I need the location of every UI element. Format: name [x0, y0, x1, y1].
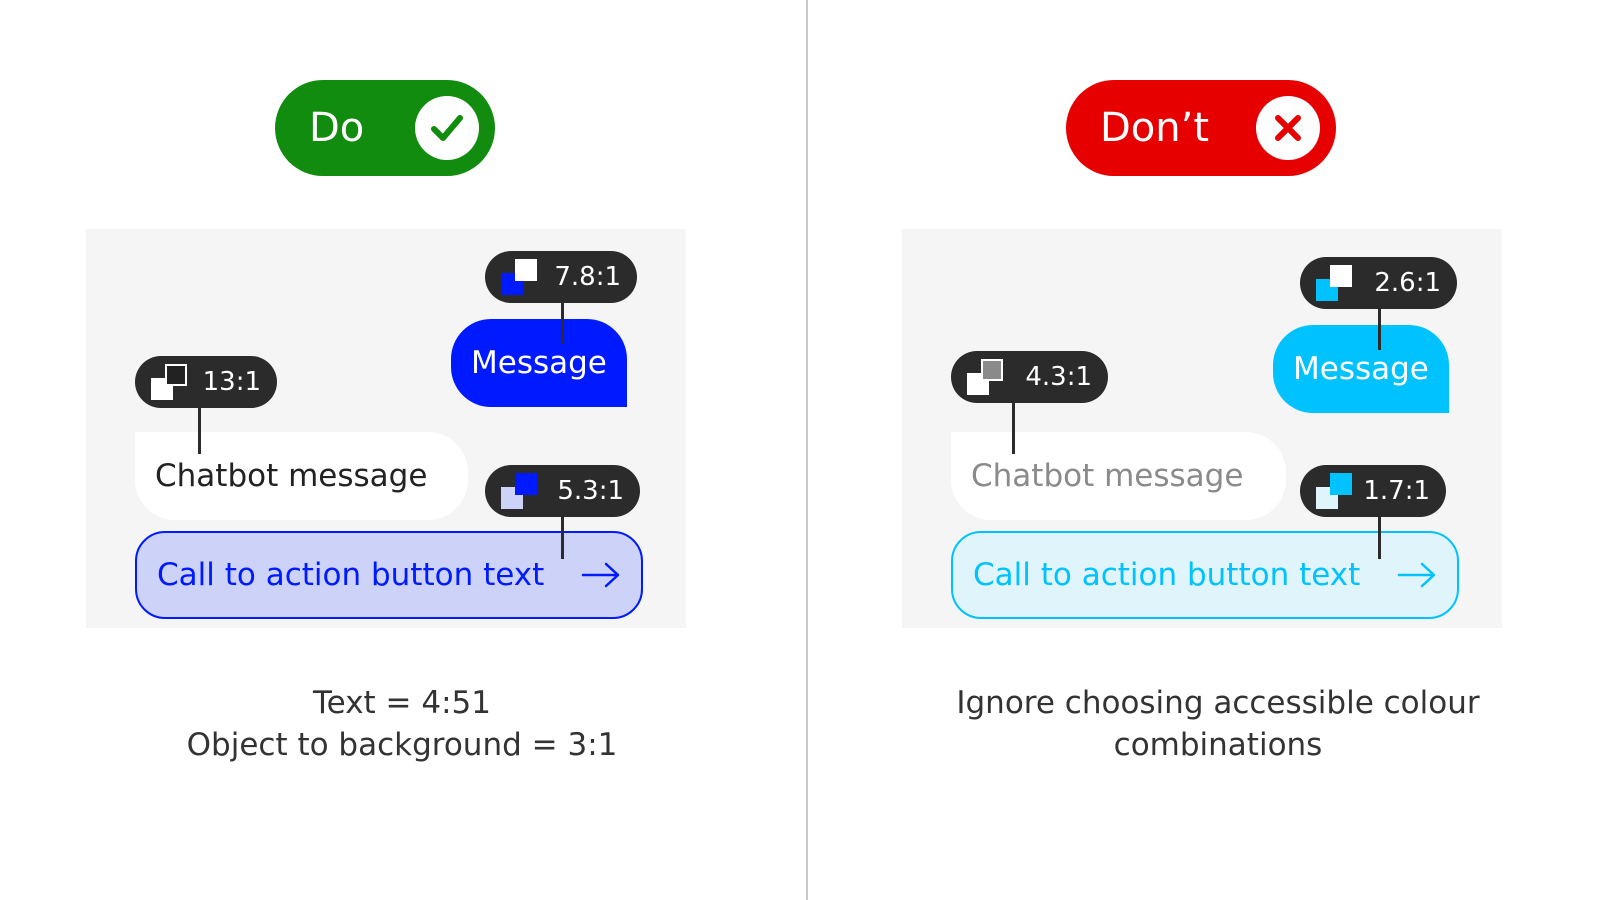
chatbot-message-bubble: Chatbot message: [135, 432, 468, 520]
dont-caption-line-2: combinations: [1113, 727, 1323, 763]
dont-caption-line-1: Ignore choosing accessible colour: [956, 685, 1480, 721]
message-ratio-connector: [1378, 305, 1381, 350]
do-badge-label: Do: [309, 105, 365, 151]
contrast-swatch-icon: [151, 364, 187, 400]
check-icon: [415, 96, 479, 160]
do-caption-line-1: Text = 4:51: [313, 685, 491, 721]
cta-button[interactable]: Call to action button text: [951, 531, 1459, 619]
chatbot-ratio-connector: [198, 404, 201, 454]
chatbot-contrast-ratio: 13:1: [202, 367, 261, 397]
column-divider: [806, 0, 808, 900]
chatbot-contrast-ratio: 4.3:1: [1025, 362, 1092, 392]
arrow-right-icon: [581, 562, 620, 588]
dont-badge-label: Don’t: [1100, 105, 1210, 151]
user-message-bubble: Message: [1273, 325, 1449, 413]
cta-contrast-ratio: 5.3:1: [557, 476, 624, 506]
chatbot-contrast-tag: 4.3:1: [951, 351, 1108, 403]
do-caption: Text = 4:51 Object to background = 3:1: [52, 682, 752, 766]
cta-ratio-connector: [1378, 514, 1381, 559]
user-message-text: Message: [1293, 351, 1429, 387]
chatbot-message-text: Chatbot message: [971, 458, 1244, 494]
dont-example-panel: Message Chatbot message Call to action b…: [902, 229, 1502, 628]
cta-contrast-ratio: 1.7:1: [1363, 476, 1430, 506]
chatbot-message-text: Chatbot message: [155, 458, 428, 494]
message-contrast-tag: 2.6:1: [1300, 257, 1457, 309]
contrast-swatch-icon: [501, 259, 537, 295]
chatbot-ratio-connector: [1012, 399, 1015, 454]
message-contrast-ratio: 7.8:1: [554, 262, 621, 292]
dont-caption: Ignore choosing accessible colour combin…: [868, 682, 1568, 766]
contrast-swatch-icon: [967, 359, 1003, 395]
cta-button-text: Call to action button text: [157, 557, 545, 593]
contrast-swatch-icon: [1316, 265, 1352, 301]
message-ratio-connector: [561, 299, 564, 344]
cta-contrast-tag: 1.7:1: [1300, 465, 1446, 517]
message-contrast-ratio: 2.6:1: [1374, 268, 1441, 298]
x-icon: [1256, 96, 1320, 160]
do-badge: Do: [275, 80, 495, 176]
message-contrast-tag: 7.8:1: [485, 251, 637, 303]
cta-button[interactable]: Call to action button text: [135, 531, 643, 619]
cta-contrast-tag: 5.3:1: [485, 465, 640, 517]
cta-ratio-connector: [561, 514, 564, 559]
user-message-bubble: Message: [451, 319, 627, 407]
do-example-panel: Message Chatbot message Call to action b…: [86, 229, 686, 628]
do-caption-line-2: Object to background = 3:1: [186, 727, 618, 763]
dont-badge: Don’t: [1066, 80, 1336, 176]
arrow-right-icon: [1397, 562, 1436, 588]
chatbot-contrast-tag: 13:1: [135, 356, 277, 408]
cta-button-text: Call to action button text: [973, 557, 1361, 593]
chatbot-message-bubble: Chatbot message: [951, 432, 1286, 520]
contrast-swatch-icon: [1316, 473, 1352, 509]
user-message-text: Message: [471, 345, 607, 381]
contrast-swatch-icon: [501, 473, 537, 509]
